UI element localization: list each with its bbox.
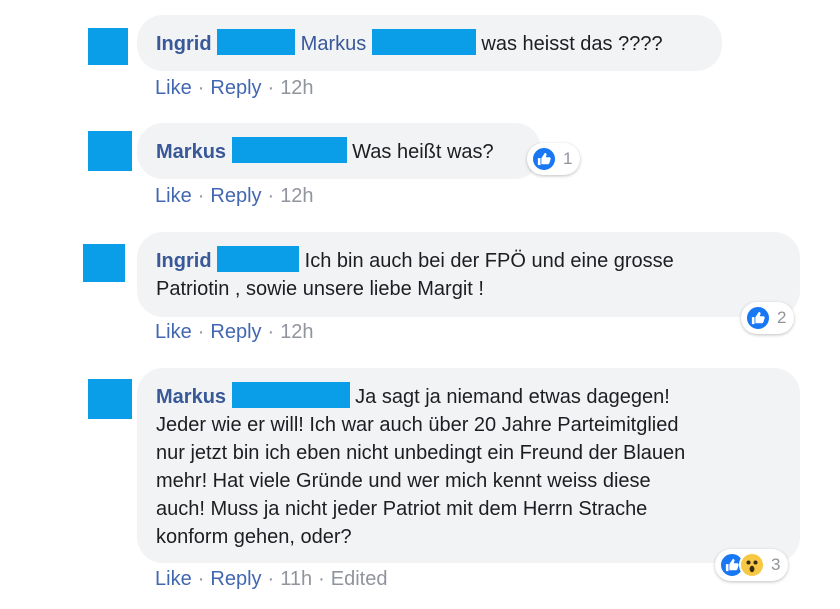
- timestamp[interactable]: 12h: [280, 185, 313, 207]
- comment-text-line: nur jetzt bin ich eben nicht unbedingt e…: [156, 442, 686, 464]
- avatar[interactable]: [88, 131, 132, 171]
- comment-text-line: Ja sagt ja niemand etwas dagegen!: [355, 386, 670, 408]
- comment-bubble: Ingrid Markus was heisst das ????: [137, 15, 722, 71]
- redacted-block: [217, 29, 296, 55]
- mention-link[interactable]: Markus: [301, 33, 367, 55]
- like-link[interactable]: Like: [155, 185, 192, 207]
- reaction-count: 1: [563, 149, 573, 168]
- like-icon: [745, 305, 771, 331]
- like-link[interactable]: Like: [155, 321, 192, 343]
- comment-actions: Like · Reply · 12h: [155, 76, 314, 100]
- comment-text-line: Patriotin , sowie unsere liebe Margit !: [156, 278, 484, 300]
- reply-link[interactable]: Reply: [210, 185, 261, 207]
- reaction-count: 3: [771, 555, 781, 574]
- comment-bubble: Markus Ja sagt ja niemand etwas dagegen!…: [137, 368, 800, 563]
- redacted-block: [217, 246, 300, 272]
- comment-text-line: mehr! Hat viele Gründe und wer mich kenn…: [156, 470, 651, 492]
- comment-text-line: auch! Muss ja nicht jeder Patriot mit de…: [156, 498, 648, 520]
- edited-label[interactable]: Edited: [331, 568, 388, 590]
- redacted-block: [231, 137, 347, 163]
- separator: ·: [267, 77, 275, 99]
- comment-actions: Like · Reply · 12h: [155, 320, 314, 344]
- timestamp[interactable]: 12h: [280, 321, 313, 343]
- comment-text-line: Jeder wie er will! Ich war auch über 20 …: [156, 414, 679, 436]
- separator: ·: [197, 321, 205, 343]
- author-name[interactable]: Markus: [156, 386, 226, 408]
- reply-link[interactable]: Reply: [210, 568, 261, 590]
- comment-actions: Like · Reply · 11h · Edited: [155, 567, 387, 591]
- reactions-badge[interactable]: 1: [527, 143, 581, 175]
- separator: ·: [197, 77, 205, 99]
- comment-text-line: Ich bin auch bei der FPÖ und eine grosse: [304, 250, 674, 272]
- separator: ·: [267, 321, 275, 343]
- comment-bubble: Ingrid Ich bin auch bei der FPÖ und eine…: [137, 232, 800, 317]
- separator: ·: [197, 568, 205, 590]
- avatar[interactable]: [88, 379, 132, 419]
- avatar[interactable]: [83, 244, 125, 282]
- redacted-block: [231, 382, 350, 408]
- reactions-badge[interactable]: 3: [715, 549, 789, 581]
- reactions-badge[interactable]: 2: [741, 302, 795, 334]
- comment-actions: Like · Reply · 12h: [155, 184, 314, 208]
- like-link[interactable]: Like: [155, 77, 192, 99]
- comment-text-line: konform gehen, oder?: [156, 526, 352, 548]
- like-link[interactable]: Like: [155, 568, 192, 590]
- redacted-block: [371, 29, 476, 55]
- author-name[interactable]: Ingrid: [156, 250, 212, 272]
- reply-link[interactable]: Reply: [210, 77, 261, 99]
- like-icon: [531, 146, 557, 172]
- comment-text: Was heißt was?: [352, 141, 494, 163]
- author-name[interactable]: Ingrid: [156, 33, 212, 55]
- comment-text: was heisst das ????: [481, 33, 663, 55]
- separator: ·: [267, 568, 275, 590]
- separator: ·: [318, 568, 325, 590]
- separator: ·: [197, 185, 205, 207]
- comment-bubble: Markus Was heißt was?: [137, 123, 541, 179]
- avatar[interactable]: [88, 28, 128, 65]
- timestamp[interactable]: 11h: [280, 568, 312, 590]
- separator: ·: [267, 185, 275, 207]
- timestamp[interactable]: 12h: [280, 77, 313, 99]
- wow-icon: [739, 552, 765, 578]
- author-name[interactable]: Markus: [156, 141, 226, 163]
- reply-link[interactable]: Reply: [210, 321, 261, 343]
- reaction-count: 2: [777, 308, 787, 327]
